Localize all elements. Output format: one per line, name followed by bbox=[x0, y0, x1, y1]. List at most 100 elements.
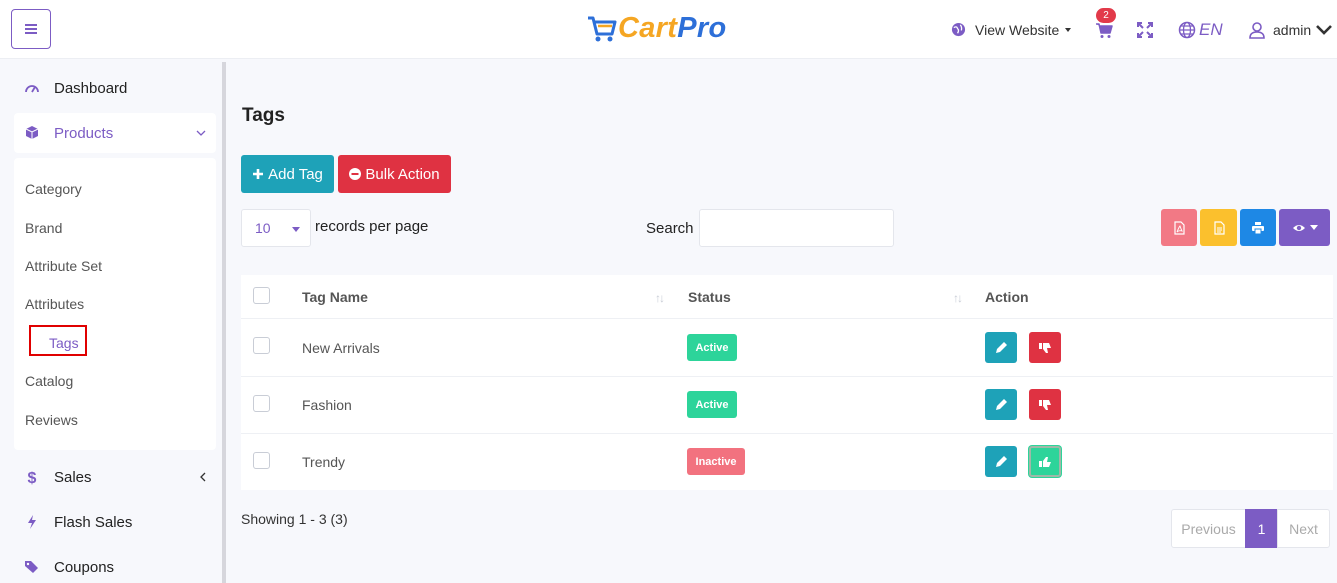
menu-toggle-button[interactable] bbox=[11, 9, 51, 49]
tag-name-cell: New Arrivals bbox=[302, 340, 380, 356]
dollar-icon: $ bbox=[23, 469, 40, 486]
pagination-page-1[interactable]: 1 bbox=[1245, 509, 1278, 548]
row-checkbox[interactable] bbox=[253, 395, 270, 412]
svg-text:$: $ bbox=[27, 470, 36, 485]
pencil-icon bbox=[996, 398, 1007, 410]
sidebar-item-products[interactable]: Products bbox=[14, 113, 216, 153]
column-header-action: Action bbox=[985, 289, 1029, 305]
pagination-next[interactable]: Next bbox=[1277, 509, 1330, 548]
caret-down-icon bbox=[1065, 27, 1072, 32]
column-visibility-button[interactable] bbox=[1279, 209, 1330, 246]
plus-icon bbox=[253, 169, 264, 179]
deactivate-button[interactable] bbox=[1029, 332, 1061, 363]
thumbs-down-icon bbox=[1039, 399, 1051, 410]
thumbs-down-icon bbox=[1039, 342, 1051, 353]
sidebar-item-label: Dashboard bbox=[54, 79, 128, 97]
thumbs-up-icon bbox=[1039, 456, 1051, 467]
add-tag-button[interactable]: Add Tag bbox=[241, 155, 334, 193]
sidebar-scrollbar[interactable] bbox=[222, 62, 226, 583]
sidebar-item-label: Sales bbox=[54, 468, 92, 486]
row-divider bbox=[241, 376, 1333, 377]
minus-circle-icon bbox=[349, 168, 362, 180]
column-header-tag-name[interactable]: Tag Name bbox=[302, 289, 368, 305]
bulk-action-label: Bulk Action bbox=[365, 165, 440, 183]
logo-text-pro: Pro bbox=[677, 11, 727, 44]
view-website-label: View Website bbox=[975, 21, 1060, 38]
caret-down-icon bbox=[292, 227, 300, 232]
pagination-previous[interactable]: Previous bbox=[1171, 509, 1246, 548]
add-tag-label: Add Tag bbox=[268, 165, 323, 183]
tag-name-cell: Trendy bbox=[302, 454, 346, 470]
sidebar-item-dashboard[interactable]: Dashboard bbox=[14, 68, 216, 108]
top-header: Cart Pro View Website 2 EN admin bbox=[0, 0, 1337, 59]
fullscreen-button[interactable] bbox=[1136, 0, 1154, 59]
submenu-item-catalog[interactable]: Catalog bbox=[25, 371, 73, 391]
tags-table bbox=[241, 275, 1333, 490]
page-title: Tags bbox=[242, 105, 285, 126]
sidebar-item-flash-sales[interactable]: Flash Sales bbox=[14, 502, 216, 542]
column-header-status[interactable]: Status bbox=[688, 289, 731, 305]
search-label: Search bbox=[646, 220, 694, 237]
row-divider bbox=[241, 318, 1333, 319]
search-input[interactable] bbox=[699, 209, 894, 247]
eye-icon bbox=[1292, 224, 1305, 231]
export-csv-button[interactable] bbox=[1200, 209, 1237, 246]
globe-icon bbox=[951, 22, 966, 37]
sort-icon[interactable]: ↑↓ bbox=[655, 291, 665, 305]
file-pdf-icon bbox=[1174, 220, 1185, 235]
sidebar-item-label: Flash Sales bbox=[54, 513, 133, 531]
logo[interactable]: Cart Pro bbox=[586, 10, 726, 46]
edit-button[interactable] bbox=[985, 332, 1017, 363]
deactivate-button[interactable] bbox=[1029, 389, 1061, 420]
sort-icon[interactable]: ↑↓ bbox=[953, 291, 963, 305]
tag-name-cell: Fashion bbox=[302, 397, 352, 413]
cart-count-badge: 2 bbox=[1096, 8, 1116, 23]
submenu-item-attributes[interactable]: Attributes bbox=[25, 294, 84, 314]
language-switcher[interactable]: EN bbox=[1178, 0, 1223, 59]
sidebar-item-sales[interactable]: $ Sales bbox=[14, 457, 216, 497]
shopping-cart-icon bbox=[1096, 22, 1113, 38]
user-menu[interactable]: admin bbox=[1248, 0, 1337, 59]
row-checkbox[interactable] bbox=[253, 337, 270, 354]
bulk-action-button[interactable]: Bulk Action bbox=[338, 155, 451, 193]
submenu-item-brand[interactable]: Brand bbox=[25, 218, 62, 238]
chevron-down-icon bbox=[196, 130, 206, 136]
sidebar-item-coupons[interactable]: Coupons bbox=[14, 547, 216, 583]
box-icon bbox=[23, 125, 40, 142]
records-per-page-select[interactable]: 10 bbox=[241, 209, 311, 247]
edit-button[interactable] bbox=[985, 389, 1017, 420]
edit-button[interactable] bbox=[985, 446, 1017, 477]
print-icon bbox=[1252, 221, 1264, 234]
bolt-icon bbox=[23, 514, 40, 531]
status-badge: Active bbox=[687, 391, 737, 418]
hamburger-icon bbox=[25, 24, 37, 34]
submenu-item-category[interactable]: Category bbox=[25, 179, 82, 199]
language-globe-icon bbox=[1178, 21, 1196, 38]
tags-icon bbox=[23, 559, 40, 576]
file-icon bbox=[1213, 220, 1225, 235]
view-website-dropdown[interactable]: View Website bbox=[951, 0, 1072, 59]
chevron-left-icon bbox=[200, 472, 206, 482]
activate-button[interactable] bbox=[1029, 446, 1061, 477]
print-button[interactable] bbox=[1240, 209, 1276, 246]
row-checkbox[interactable] bbox=[253, 452, 270, 469]
status-badge: Active bbox=[687, 334, 737, 361]
sidebar-item-label: Products bbox=[54, 124, 114, 142]
user-icon bbox=[1249, 21, 1265, 39]
export-pdf-button[interactable] bbox=[1161, 209, 1197, 246]
chevron-down-icon bbox=[1316, 24, 1333, 35]
language-label: EN bbox=[1199, 19, 1223, 39]
expand-icon bbox=[1137, 21, 1153, 38]
records-per-page-label: records per page bbox=[315, 218, 429, 235]
user-name: admin bbox=[1273, 21, 1312, 38]
row-divider bbox=[241, 433, 1333, 434]
logo-text-cart: Cart bbox=[618, 11, 678, 44]
submenu-item-reviews[interactable]: Reviews bbox=[25, 410, 78, 430]
pencil-icon bbox=[996, 455, 1007, 467]
cart-logo-icon bbox=[588, 16, 617, 42]
select-all-checkbox[interactable] bbox=[253, 287, 270, 304]
status-badge: Inactive bbox=[687, 448, 745, 475]
submenu-item-attribute-set[interactable]: Attribute Set bbox=[25, 256, 102, 276]
submenu-item-tags[interactable]: Tags bbox=[49, 333, 79, 353]
caret-down-icon bbox=[1309, 225, 1318, 230]
